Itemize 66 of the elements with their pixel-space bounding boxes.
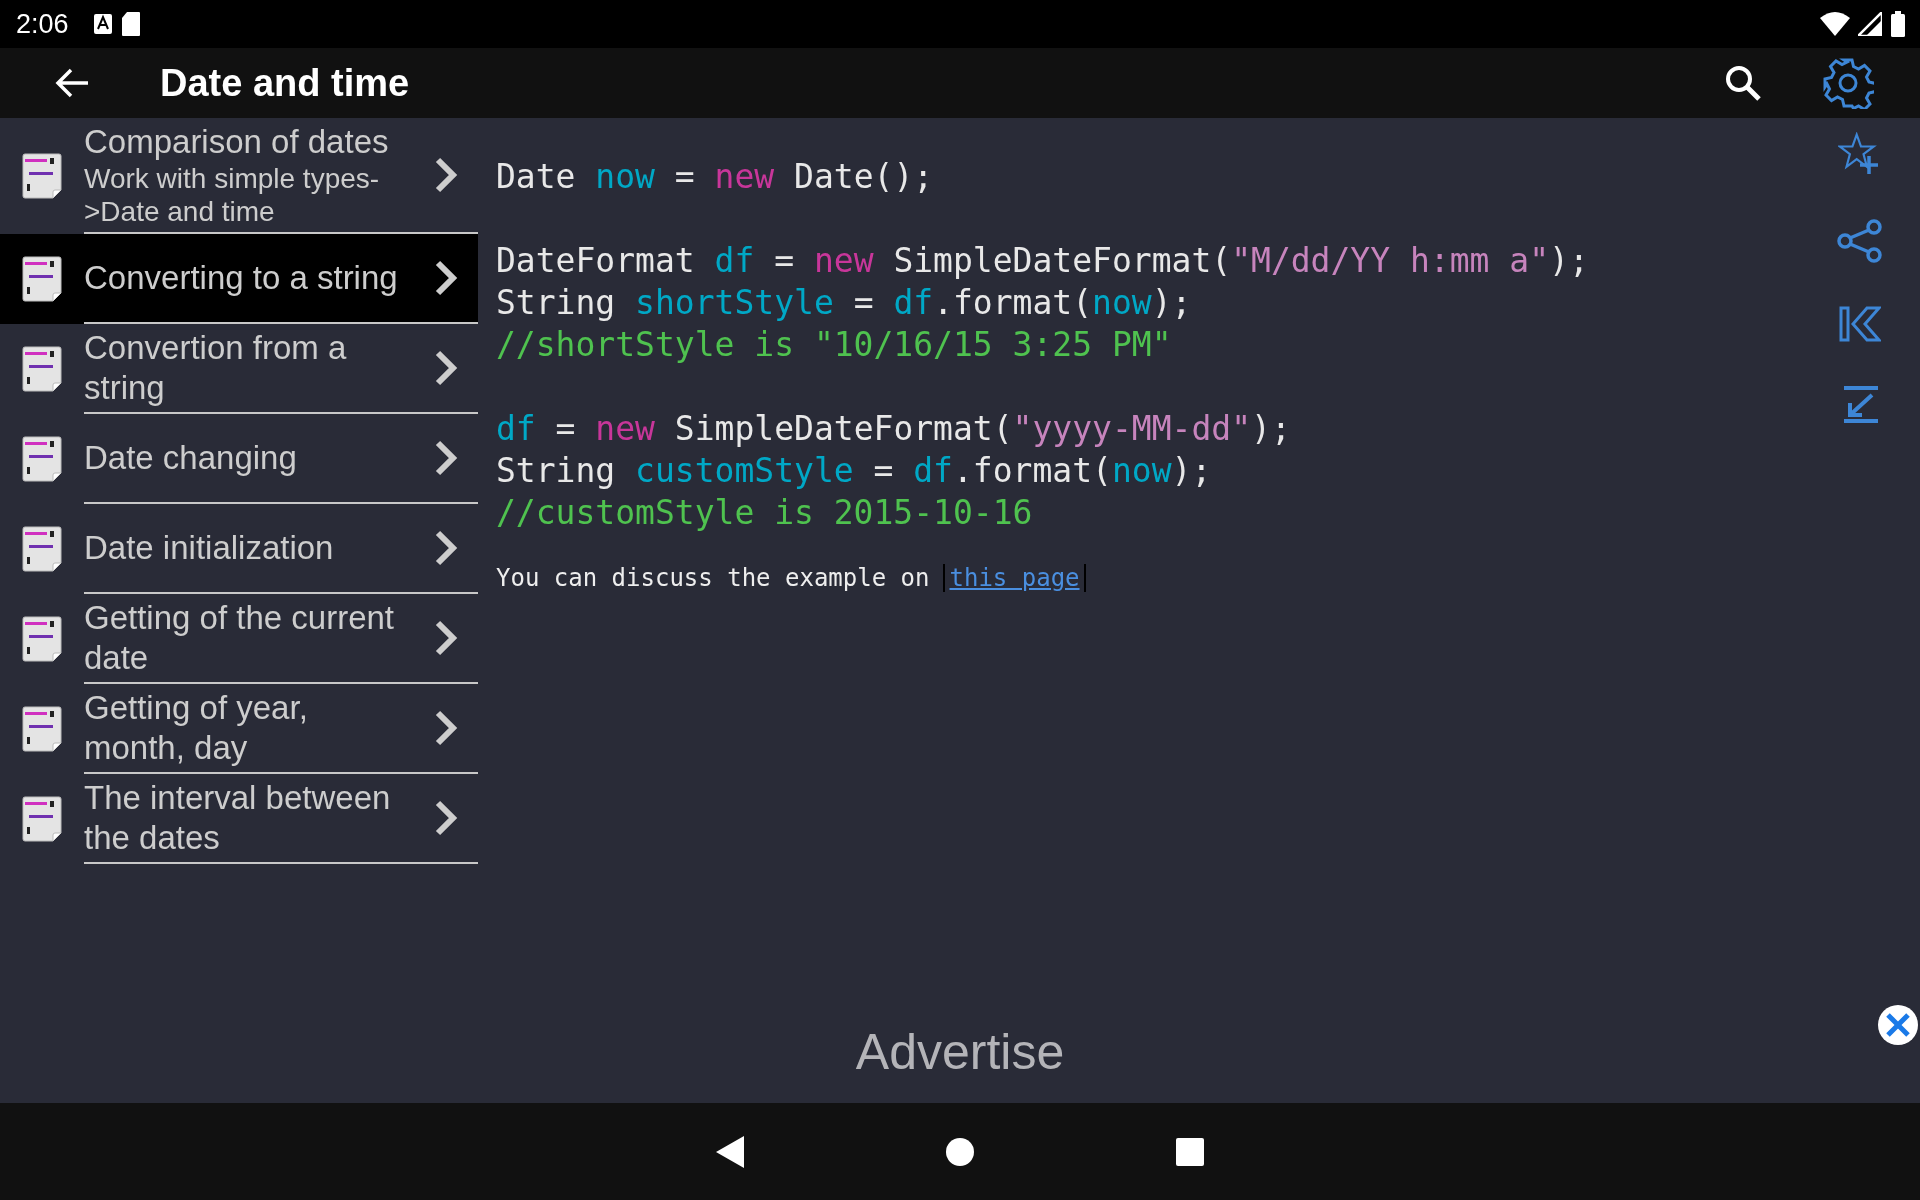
chevron-right-icon: [434, 349, 458, 387]
topic-list-item[interactable]: Date changing: [0, 414, 478, 504]
share-button[interactable]: [1836, 218, 1884, 264]
ad-label: Advertise: [855, 1023, 1065, 1081]
close-icon: [1884, 1011, 1912, 1039]
chevron-right-icon: [434, 799, 458, 837]
code-line: //shortStyle is "10/16/15 3:25 PM": [496, 324, 1172, 366]
screen-title: Date and time: [160, 61, 410, 105]
code-line: String shortStyle = df.format(now);: [496, 282, 1192, 324]
topic-list-item[interactable]: Getting of the current date: [0, 594, 478, 684]
code-line: String customStyle = df.format(now);: [496, 450, 1212, 492]
topic-title: Converting to a string: [84, 258, 399, 298]
nav-recents-button[interactable]: [1175, 1136, 1205, 1167]
search-icon: [1724, 64, 1762, 102]
signal-icon: [1858, 12, 1882, 36]
topic-title: Date changing: [84, 438, 298, 478]
topic-title: The interval between the dates: [84, 778, 392, 858]
code-file-icon: [22, 256, 62, 302]
circle-home-icon: [945, 1136, 975, 1167]
sd-card-icon: [120, 11, 141, 37]
topic-title: Convertion from a string: [84, 328, 348, 408]
share-icon: [1836, 218, 1884, 264]
code-file-icon: [22, 436, 62, 482]
code-file-icon: [22, 616, 62, 662]
code-file-icon: [22, 526, 62, 572]
topic-list-item[interactable]: Date initialization: [0, 504, 478, 594]
settings-button[interactable]: [1822, 57, 1874, 109]
search-button[interactable]: [1724, 64, 1762, 102]
chevron-right-icon: [434, 156, 458, 194]
status-time: 2:06: [16, 8, 69, 40]
code-file-icon: [22, 796, 62, 842]
square-recents-icon: [1175, 1136, 1205, 1167]
code-line: df = new SimpleDateFormat("yyyy-MM-dd");: [496, 408, 1291, 450]
chevron-right-icon: [434, 709, 458, 747]
code-line: //customStyle is 2015-10-16: [496, 492, 1033, 534]
nav-back-button[interactable]: [715, 1134, 745, 1169]
code-file-icon: [22, 153, 62, 199]
chevron-right-icon: [434, 619, 458, 657]
back-arrow-icon: [54, 67, 90, 99]
nav-home-button[interactable]: [945, 1136, 975, 1167]
topic-list-item[interactable]: Converting to a string: [0, 234, 478, 324]
keyboard-notification-icon: [92, 13, 113, 35]
topic-subtitle: Work with simple types->Date and time: [84, 162, 381, 228]
battery-icon: [1890, 11, 1906, 37]
code-file-icon: [22, 706, 62, 752]
code-file-icon: [22, 346, 62, 392]
topic-list-item[interactable]: Getting of year, month, day: [0, 684, 478, 774]
triangle-back-icon: [715, 1134, 745, 1169]
topic-title: Comparison of dates: [84, 122, 390, 162]
discussion-link[interactable]: this page: [943, 564, 1086, 592]
topic-title: Getting of year, month, day: [84, 688, 309, 768]
chevron-right-icon: [434, 529, 458, 567]
topic-title: Date initialization: [84, 528, 335, 568]
chevron-right-icon: [434, 439, 458, 477]
topic-list-item[interactable]: Convertion from a string: [0, 324, 478, 414]
topic-list-item[interactable]: The interval between the dates: [0, 774, 478, 864]
close-ad-button[interactable]: [1878, 1005, 1918, 1045]
code-line: DateFormat df = new SimpleDateFormat("M/dd/YY h:mm a");: [496, 240, 1589, 282]
discussion-text: You can discuss the example on: [496, 564, 930, 592]
settings-icon: [1822, 57, 1874, 109]
topic-title: Getting of the current date: [84, 598, 395, 678]
first-page-button[interactable]: [1839, 306, 1881, 342]
skip-to-start-icon: [1839, 306, 1881, 342]
wifi-icon: [1820, 12, 1850, 36]
code-line: Date now = new Date();: [496, 156, 934, 198]
chevron-right-icon: [434, 259, 458, 297]
